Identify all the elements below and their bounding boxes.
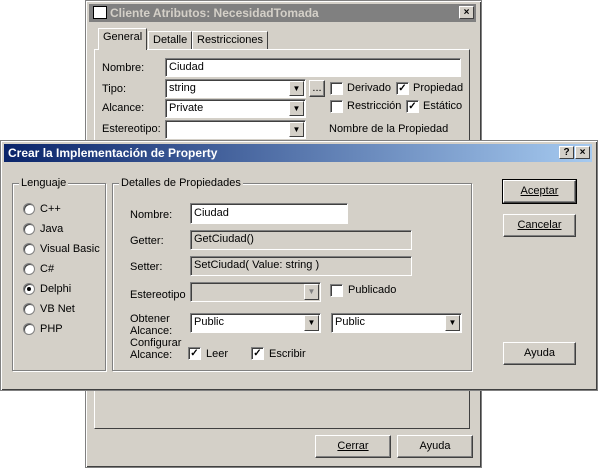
prop-estereotipo-select[interactable]: ▼ bbox=[190, 282, 321, 302]
tab-restricciones[interactable]: Restricciones bbox=[192, 31, 269, 50]
estatico-checkbox[interactable]: ✓ bbox=[406, 100, 419, 113]
dialog-title: Crear la Implementación de Property bbox=[8, 146, 218, 160]
detalles-title: Detalles de Propiedades bbox=[119, 177, 243, 190]
help-button[interactable]: ? bbox=[559, 146, 574, 159]
radio-label: Delphi bbox=[40, 283, 72, 295]
chevron-down-icon[interactable]: ▼ bbox=[289, 122, 304, 137]
radio-label: PHP bbox=[40, 323, 63, 335]
estatico-label: Estático bbox=[423, 100, 463, 112]
setter-label: Setter: bbox=[130, 261, 163, 273]
configurar-alcance-select[interactable]: Public ▼ bbox=[331, 313, 462, 333]
attributes-window-titlebar[interactable]: Cliente Atributos: NecesidadTomada bbox=[89, 4, 476, 22]
prop-nombre-field[interactable]: Ciudad bbox=[190, 203, 348, 224]
chevron-down-icon[interactable]: ▼ bbox=[289, 81, 304, 96]
chevron-down-icon[interactable]: ▼ bbox=[304, 284, 319, 300]
alcance-select[interactable]: Private ▼ bbox=[165, 99, 306, 118]
ayuda-button[interactable]: Ayuda bbox=[503, 342, 576, 365]
restriccion-checkbox[interactable] bbox=[330, 100, 343, 113]
prop-nombre-label: Nombre: bbox=[130, 209, 173, 221]
radio-visual-basic[interactable] bbox=[23, 243, 35, 255]
attributes-window-close-button[interactable]: × bbox=[459, 6, 474, 19]
getter-label: Getter: bbox=[130, 235, 164, 247]
ayuda-button-back[interactable]: Ayuda bbox=[397, 435, 473, 458]
radio-label: Java bbox=[40, 223, 64, 235]
crear-implementacion-dialog: Crear la Implementación de Property ? × … bbox=[0, 140, 598, 391]
configurar-alcance-label: Alcance: bbox=[130, 349, 173, 361]
nombre-field[interactable]: Ciudad bbox=[165, 58, 461, 77]
restriccion-label: Restricción bbox=[347, 100, 402, 112]
radio-label: VB Net bbox=[40, 303, 75, 315]
chevron-down-icon[interactable]: ▼ bbox=[289, 101, 304, 116]
window-app-icon bbox=[93, 6, 107, 20]
tab-general[interactable]: General bbox=[98, 28, 148, 50]
attributes-window-title: Cliente Atributos: NecesidadTomada bbox=[110, 6, 319, 20]
escribir-checkbox[interactable]: ✓ bbox=[251, 347, 264, 360]
obtener-alcance-select[interactable]: Public ▼ bbox=[190, 313, 321, 333]
publicado-label: Publicado bbox=[348, 284, 397, 296]
tipo-label: Tipo: bbox=[102, 83, 127, 95]
derivado-checkbox[interactable] bbox=[330, 82, 343, 95]
radio-label: Visual Basic bbox=[40, 243, 100, 255]
chevron-down-icon[interactable]: ▼ bbox=[304, 315, 319, 331]
radio-c-[interactable] bbox=[23, 203, 35, 215]
radio-delphi[interactable] bbox=[23, 283, 35, 295]
leer-checkbox[interactable]: ✓ bbox=[188, 347, 201, 360]
tipo-select[interactable]: string ▼ bbox=[165, 79, 306, 98]
estereotipo-label: Estereotipo: bbox=[102, 123, 161, 135]
nombre-label: Nombre: bbox=[102, 62, 145, 74]
cancelar-button[interactable]: Cancelar bbox=[503, 214, 576, 237]
tab-detalle[interactable]: Detalle bbox=[148, 31, 193, 50]
radio-java[interactable] bbox=[23, 223, 35, 235]
nombre-propiedad-label: Nombre de la Propiedad bbox=[329, 123, 449, 135]
derivado-label: Derivado bbox=[347, 82, 392, 94]
lenguaje-title: Lenguaje bbox=[19, 177, 69, 190]
escribir-label: Escribir bbox=[269, 348, 306, 360]
setter-field[interactable]: SetCiudad( Value: string ) bbox=[190, 256, 412, 276]
getter-field[interactable]: GetCiudad() bbox=[190, 230, 412, 250]
close-button[interactable]: × bbox=[575, 146, 590, 159]
publicado-checkbox[interactable] bbox=[330, 284, 343, 297]
propiedad-label: Propiedad bbox=[413, 82, 464, 94]
leer-label: Leer bbox=[206, 348, 229, 360]
propiedad-checkbox[interactable]: ✓ bbox=[396, 82, 409, 95]
tipo-browse-button[interactable]: ... bbox=[309, 80, 325, 97]
prop-estereotipo-label: Estereotipo bbox=[130, 289, 186, 301]
alcance-label: Alcance: bbox=[102, 102, 145, 114]
radio-php[interactable] bbox=[23, 323, 35, 335]
radio-label: C# bbox=[40, 263, 55, 275]
dialog-titlebar[interactable]: Crear la Implementación de Property bbox=[4, 144, 592, 162]
radio-c-[interactable] bbox=[23, 263, 35, 275]
cerrar-button[interactable]: Cerrar bbox=[315, 435, 391, 458]
radio-vb-net[interactable] bbox=[23, 303, 35, 315]
chevron-down-icon[interactable]: ▼ bbox=[445, 315, 460, 331]
aceptar-button[interactable]: Aceptar bbox=[502, 179, 577, 204]
radio-label: C++ bbox=[40, 203, 61, 215]
estereotipo-select[interactable]: ▼ bbox=[165, 120, 306, 139]
